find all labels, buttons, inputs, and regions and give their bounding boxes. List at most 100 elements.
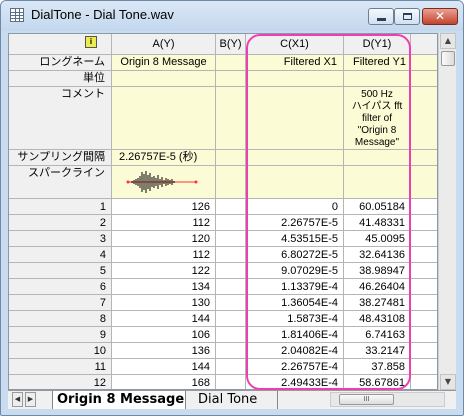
cell-empty[interactable]: [411, 215, 437, 231]
scroll-down-button[interactable]: ▼: [440, 374, 456, 390]
cell-b[interactable]: [216, 327, 246, 343]
units-c[interactable]: [246, 71, 344, 87]
cell-d[interactable]: 33.2147: [344, 343, 411, 359]
sparkline-a[interactable]: [112, 166, 216, 199]
cell-d[interactable]: 6.74163: [344, 327, 411, 343]
long-name-c[interactable]: Filtered X1: [246, 55, 344, 71]
horizontal-scroll-thumb[interactable]: III: [339, 394, 394, 405]
cell-c[interactable]: 1.36054E-4: [246, 295, 344, 311]
vertical-scrollbar[interactable]: ▲ ▼: [438, 33, 456, 390]
row-number[interactable]: 7: [9, 295, 112, 311]
sparkline-empty[interactable]: [411, 166, 437, 199]
cell-empty[interactable]: [411, 343, 437, 359]
cell-c[interactable]: 1.13379E-4: [246, 279, 344, 295]
cell-b[interactable]: [216, 199, 246, 215]
long-name-d[interactable]: Filtered Y1: [344, 55, 411, 71]
cell-a[interactable]: 130: [112, 295, 216, 311]
long-name-b[interactable]: [216, 55, 246, 71]
cell-d[interactable]: 37.858: [344, 359, 411, 375]
tab-origin-8-message[interactable]: Origin 8 Message: [52, 391, 186, 409]
sparkline-b[interactable]: [216, 166, 246, 199]
cell-b[interactable]: [216, 359, 246, 375]
cell-b[interactable]: [216, 263, 246, 279]
row-number[interactable]: 9: [9, 327, 112, 343]
cell-a[interactable]: 106: [112, 327, 216, 343]
comments-b[interactable]: [216, 87, 246, 150]
units-a[interactable]: [112, 71, 216, 87]
title-bar[interactable]: DialTone - Dial Tone.wav ✕: [1, 1, 463, 31]
cell-empty[interactable]: [411, 199, 437, 215]
cell-empty[interactable]: [411, 327, 437, 343]
cell-a[interactable]: 112: [112, 247, 216, 263]
cell-b[interactable]: [216, 375, 246, 389]
cell-empty[interactable]: [411, 231, 437, 247]
column-header-empty[interactable]: [411, 34, 437, 55]
cell-empty[interactable]: [411, 279, 437, 295]
cell-empty[interactable]: [411, 295, 437, 311]
row-number[interactable]: 10: [9, 343, 112, 359]
row-number[interactable]: 3: [9, 231, 112, 247]
sparkline-d[interactable]: [344, 166, 411, 199]
row-number[interactable]: 11: [9, 359, 112, 375]
cell-d[interactable]: 58.67861: [344, 375, 411, 389]
cell-a[interactable]: 144: [112, 359, 216, 375]
cell-c[interactable]: 1.81406E-4: [246, 327, 344, 343]
cell-d[interactable]: 41.48331: [344, 215, 411, 231]
cell-a[interactable]: 168: [112, 375, 216, 389]
cell-a[interactable]: 122: [112, 263, 216, 279]
cell-c[interactable]: 4.53515E-5: [246, 231, 344, 247]
sampling-interval-b[interactable]: [216, 150, 246, 166]
cell-c[interactable]: 2.49433E-4: [246, 375, 344, 389]
cell-d[interactable]: 45.0095: [344, 231, 411, 247]
cell-b[interactable]: [216, 279, 246, 295]
cell-b[interactable]: [216, 311, 246, 327]
cell-c[interactable]: 9.07029E-5: [246, 263, 344, 279]
cell-c[interactable]: 2.04082E-4: [246, 343, 344, 359]
minimize-button[interactable]: [368, 8, 394, 25]
cell-c[interactable]: 2.26757E-5: [246, 215, 344, 231]
cell-b[interactable]: [216, 343, 246, 359]
maximize-button[interactable]: [394, 8, 420, 25]
close-button[interactable]: ✕: [422, 8, 458, 25]
units-d[interactable]: [344, 71, 411, 87]
comments-empty[interactable]: [411, 87, 437, 150]
sheet-info-icon[interactable]: i: [85, 36, 97, 48]
sampling-interval-c[interactable]: [246, 150, 344, 166]
cell-b[interactable]: [216, 231, 246, 247]
row-number[interactable]: 6: [9, 279, 112, 295]
column-header-c[interactable]: C(X1): [246, 34, 344, 55]
cell-empty[interactable]: [411, 311, 437, 327]
long-name-a[interactable]: Origin 8 Message: [112, 55, 216, 71]
tab-prev-icon[interactable]: ◀: [12, 392, 23, 407]
cell-d[interactable]: 46.26404: [344, 279, 411, 295]
corner-cell[interactable]: i: [9, 34, 112, 55]
cell-c[interactable]: 2.26757E-4: [246, 359, 344, 375]
tab-dial-tone[interactable]: Dial Tone: [190, 391, 278, 409]
cell-c[interactable]: 0: [246, 199, 344, 215]
cell-d[interactable]: 48.43108: [344, 311, 411, 327]
tab-next-icon[interactable]: ▶: [25, 392, 36, 407]
row-number[interactable]: 12: [9, 375, 112, 389]
sampling-interval-empty[interactable]: [411, 150, 437, 166]
cell-empty[interactable]: [411, 359, 437, 375]
cell-empty[interactable]: [411, 263, 437, 279]
cell-c[interactable]: 1.5873E-4: [246, 311, 344, 327]
units-b[interactable]: [216, 71, 246, 87]
column-header-b[interactable]: B(Y): [216, 34, 246, 55]
long-name-empty[interactable]: [411, 55, 437, 71]
cell-a[interactable]: 134: [112, 279, 216, 295]
row-number[interactable]: 5: [9, 263, 112, 279]
cell-b[interactable]: [216, 295, 246, 311]
scroll-up-button[interactable]: ▲: [440, 33, 456, 49]
cell-d[interactable]: 38.27481: [344, 295, 411, 311]
sampling-interval-a[interactable]: 2.26757E-5 (秒): [112, 150, 216, 166]
units-empty[interactable]: [411, 71, 437, 87]
sparkline-c[interactable]: [246, 166, 344, 199]
column-header-a[interactable]: A(Y): [112, 34, 216, 55]
sampling-interval-d[interactable]: [344, 150, 411, 166]
cell-d[interactable]: 32.64136: [344, 247, 411, 263]
row-number[interactable]: 4: [9, 247, 112, 263]
comments-d[interactable]: 500 Hz ハイパス fft filter of "Origin 8 Mess…: [344, 87, 411, 150]
cell-a[interactable]: 144: [112, 311, 216, 327]
cell-a[interactable]: 120: [112, 231, 216, 247]
